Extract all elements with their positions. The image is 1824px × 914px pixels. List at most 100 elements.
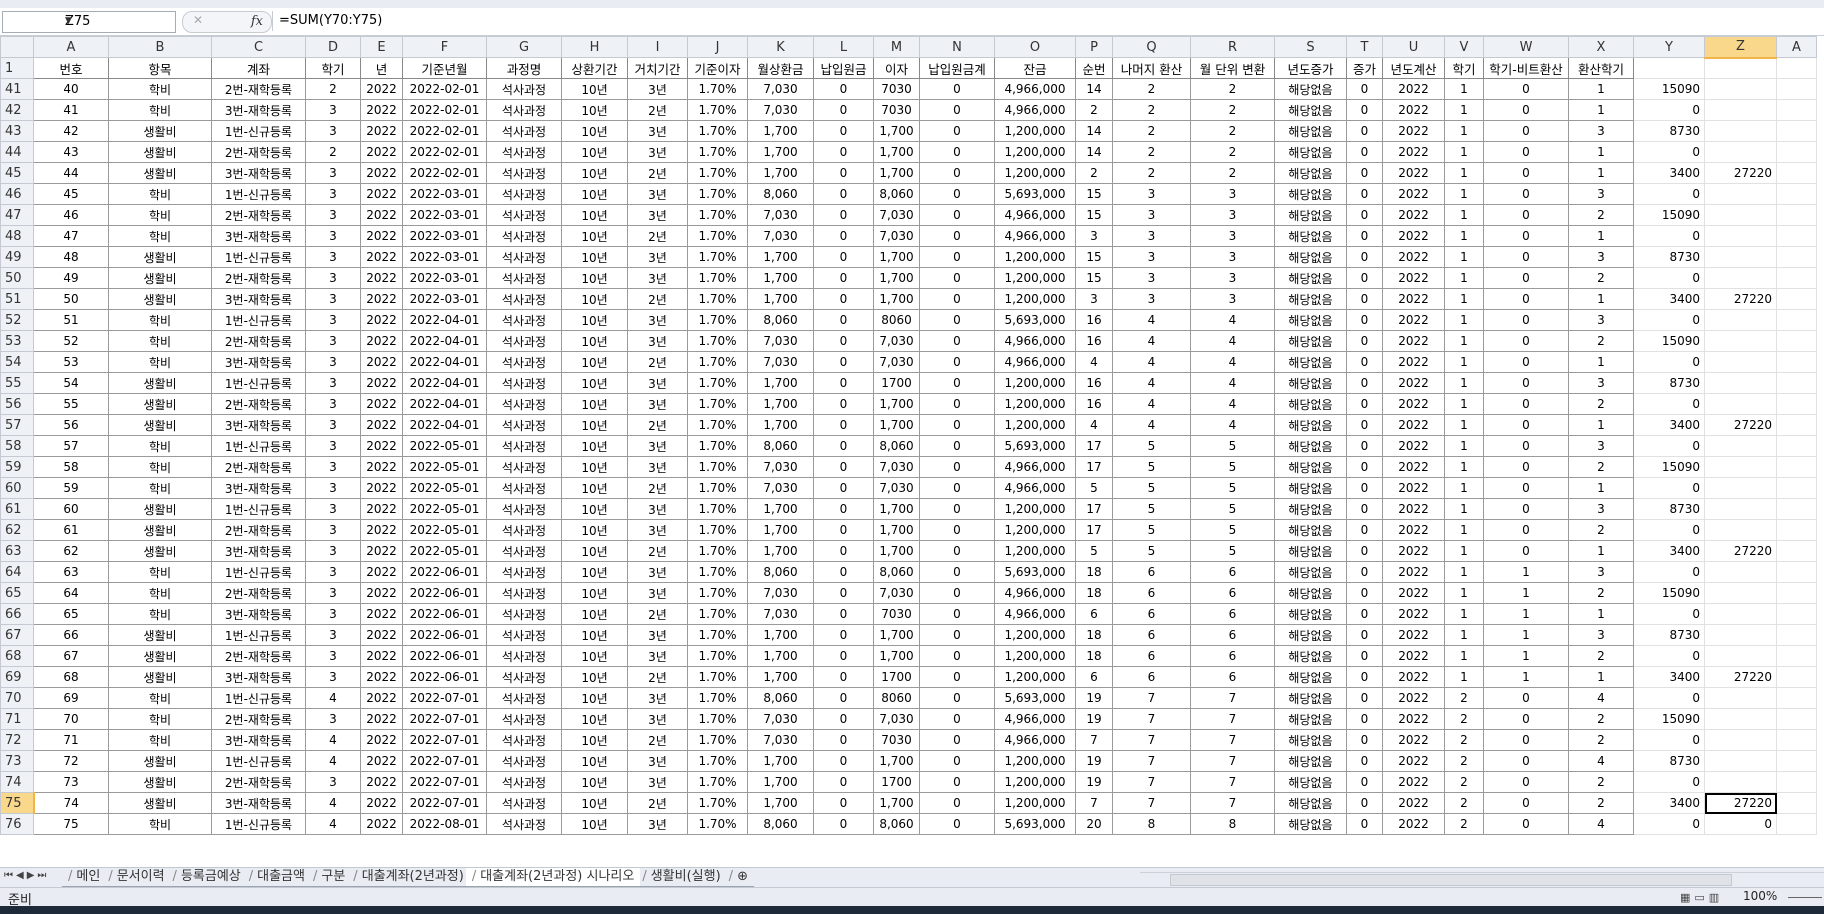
- data-cell[interactable]: 4: [305, 813, 361, 835]
- data-cell[interactable]: 2022: [360, 750, 403, 772]
- data-cell[interactable]: 2022-04-01: [402, 372, 487, 394]
- calc-cell[interactable]: 3400: [1633, 162, 1705, 184]
- data-cell[interactable]: 4,966,000: [994, 330, 1076, 352]
- data-cell[interactable]: 생활비: [108, 771, 212, 793]
- calc-cell[interactable]: 0: [1704, 813, 1777, 835]
- data-cell[interactable]: 해당없음: [1274, 78, 1347, 100]
- data-cell[interactable]: 2022: [360, 78, 403, 100]
- data-cell[interactable]: 2022: [360, 99, 403, 121]
- row-header[interactable]: 45: [0, 162, 34, 184]
- header-cell[interactable]: 납입원금계: [919, 57, 995, 79]
- data-cell[interactable]: 0: [919, 540, 995, 562]
- data-cell[interactable]: 2: [1568, 708, 1634, 730]
- column-header[interactable]: Z: [1704, 36, 1777, 59]
- cell[interactable]: [1704, 57, 1777, 79]
- data-cell[interactable]: 17: [1075, 519, 1113, 541]
- data-cell[interactable]: 1,200,000: [994, 267, 1076, 289]
- data-cell[interactable]: 0: [813, 498, 874, 520]
- data-cell[interactable]: 3: [1112, 246, 1191, 268]
- data-cell[interactable]: 66: [33, 624, 109, 646]
- data-cell[interactable]: 2022: [1382, 666, 1445, 688]
- data-cell[interactable]: 8060: [873, 309, 920, 331]
- data-cell[interactable]: 해당없음: [1274, 498, 1347, 520]
- data-cell[interactable]: 3번-재학등록: [211, 540, 306, 562]
- data-cell[interactable]: 1.70%: [687, 729, 748, 751]
- data-cell[interactable]: 10년: [561, 687, 628, 709]
- data-cell[interactable]: 0: [1346, 225, 1383, 247]
- data-cell[interactable]: 3: [305, 183, 361, 205]
- data-cell[interactable]: 10년: [561, 603, 628, 625]
- calc-cell[interactable]: 3400: [1633, 414, 1705, 436]
- data-cell[interactable]: 3: [305, 99, 361, 121]
- data-cell[interactable]: 1: [1444, 393, 1484, 415]
- data-cell[interactable]: 44: [33, 162, 109, 184]
- data-cell[interactable]: 1: [1444, 603, 1484, 625]
- header-cell[interactable]: 학기: [1444, 57, 1484, 79]
- data-cell[interactable]: 2022: [1382, 792, 1445, 814]
- data-cell[interactable]: 0: [919, 477, 995, 499]
- data-cell[interactable]: 0: [1346, 120, 1383, 142]
- data-cell[interactable]: 1번-신규등록: [211, 561, 306, 583]
- cell[interactable]: [1633, 57, 1705, 79]
- data-cell[interactable]: 학비: [108, 582, 212, 604]
- data-cell[interactable]: 학비: [108, 456, 212, 478]
- data-cell[interactable]: 2: [1075, 99, 1113, 121]
- data-cell[interactable]: 3년: [627, 645, 688, 667]
- data-cell[interactable]: 19: [1075, 708, 1113, 730]
- data-cell[interactable]: 10년: [561, 414, 628, 436]
- data-cell[interactable]: 0: [1483, 225, 1569, 247]
- data-cell[interactable]: 생활비: [108, 372, 212, 394]
- data-cell[interactable]: 5: [1112, 477, 1191, 499]
- data-cell[interactable]: 석사과정: [486, 78, 562, 100]
- data-cell[interactable]: 1,200,000: [994, 624, 1076, 646]
- data-cell[interactable]: 해당없음: [1274, 687, 1347, 709]
- data-cell[interactable]: 7,030: [747, 330, 814, 352]
- data-cell[interactable]: 2022: [1382, 729, 1445, 751]
- data-cell[interactable]: 1,200,000: [994, 288, 1076, 310]
- data-cell[interactable]: 석사과정: [486, 477, 562, 499]
- data-cell[interactable]: 1,700: [747, 246, 814, 268]
- calc-cell[interactable]: [1704, 267, 1777, 289]
- header-cell[interactable]: 월상환금: [747, 57, 814, 79]
- data-cell[interactable]: 2022-06-01: [402, 582, 487, 604]
- calc-cell[interactable]: [1776, 225, 1817, 247]
- data-cell[interactable]: 20: [1075, 813, 1113, 835]
- data-cell[interactable]: 3년: [627, 120, 688, 142]
- data-cell[interactable]: 석사과정: [486, 99, 562, 121]
- data-cell[interactable]: 0: [1346, 687, 1383, 709]
- data-cell[interactable]: 6: [1190, 645, 1275, 667]
- data-cell[interactable]: 4: [1190, 393, 1275, 415]
- data-cell[interactable]: 1번-신규등록: [211, 813, 306, 835]
- data-cell[interactable]: 2번-재학등록: [211, 78, 306, 100]
- data-cell[interactable]: 0: [1346, 351, 1383, 373]
- data-cell[interactable]: 5: [1075, 477, 1113, 499]
- data-cell[interactable]: 2022: [1382, 519, 1445, 541]
- column-header[interactable]: G: [486, 36, 562, 58]
- row-header[interactable]: 48: [0, 225, 34, 247]
- data-cell[interactable]: 1700: [873, 666, 920, 688]
- calc-cell[interactable]: [1704, 204, 1777, 226]
- data-cell[interactable]: 0: [919, 645, 995, 667]
- data-cell[interactable]: 1번-신규등록: [211, 687, 306, 709]
- data-cell[interactable]: 1: [1444, 204, 1484, 226]
- data-cell[interactable]: 5: [1190, 477, 1275, 499]
- data-cell[interactable]: 6: [1190, 666, 1275, 688]
- data-cell[interactable]: 0: [1346, 813, 1383, 835]
- header-cell[interactable]: 기준년월: [402, 57, 487, 79]
- row-header[interactable]: 51: [0, 288, 34, 310]
- data-cell[interactable]: 72: [33, 750, 109, 772]
- data-cell[interactable]: 0: [813, 729, 874, 751]
- data-cell[interactable]: 3년: [627, 141, 688, 163]
- data-cell[interactable]: 생활비: [108, 540, 212, 562]
- data-cell[interactable]: 2022-06-01: [402, 666, 487, 688]
- data-cell[interactable]: 3: [305, 162, 361, 184]
- sheet-tab[interactable]: 등록금예상: [166, 868, 247, 887]
- data-cell[interactable]: 3: [1112, 267, 1191, 289]
- data-cell[interactable]: 2: [1444, 813, 1484, 835]
- data-cell[interactable]: 석사과정: [486, 771, 562, 793]
- sheet-tab[interactable]: 문서이력: [102, 868, 171, 887]
- data-cell[interactable]: 2번-재학등록: [211, 582, 306, 604]
- data-cell[interactable]: 석사과정: [486, 792, 562, 814]
- row-header[interactable]: 53: [0, 330, 34, 352]
- data-cell[interactable]: 0: [813, 750, 874, 772]
